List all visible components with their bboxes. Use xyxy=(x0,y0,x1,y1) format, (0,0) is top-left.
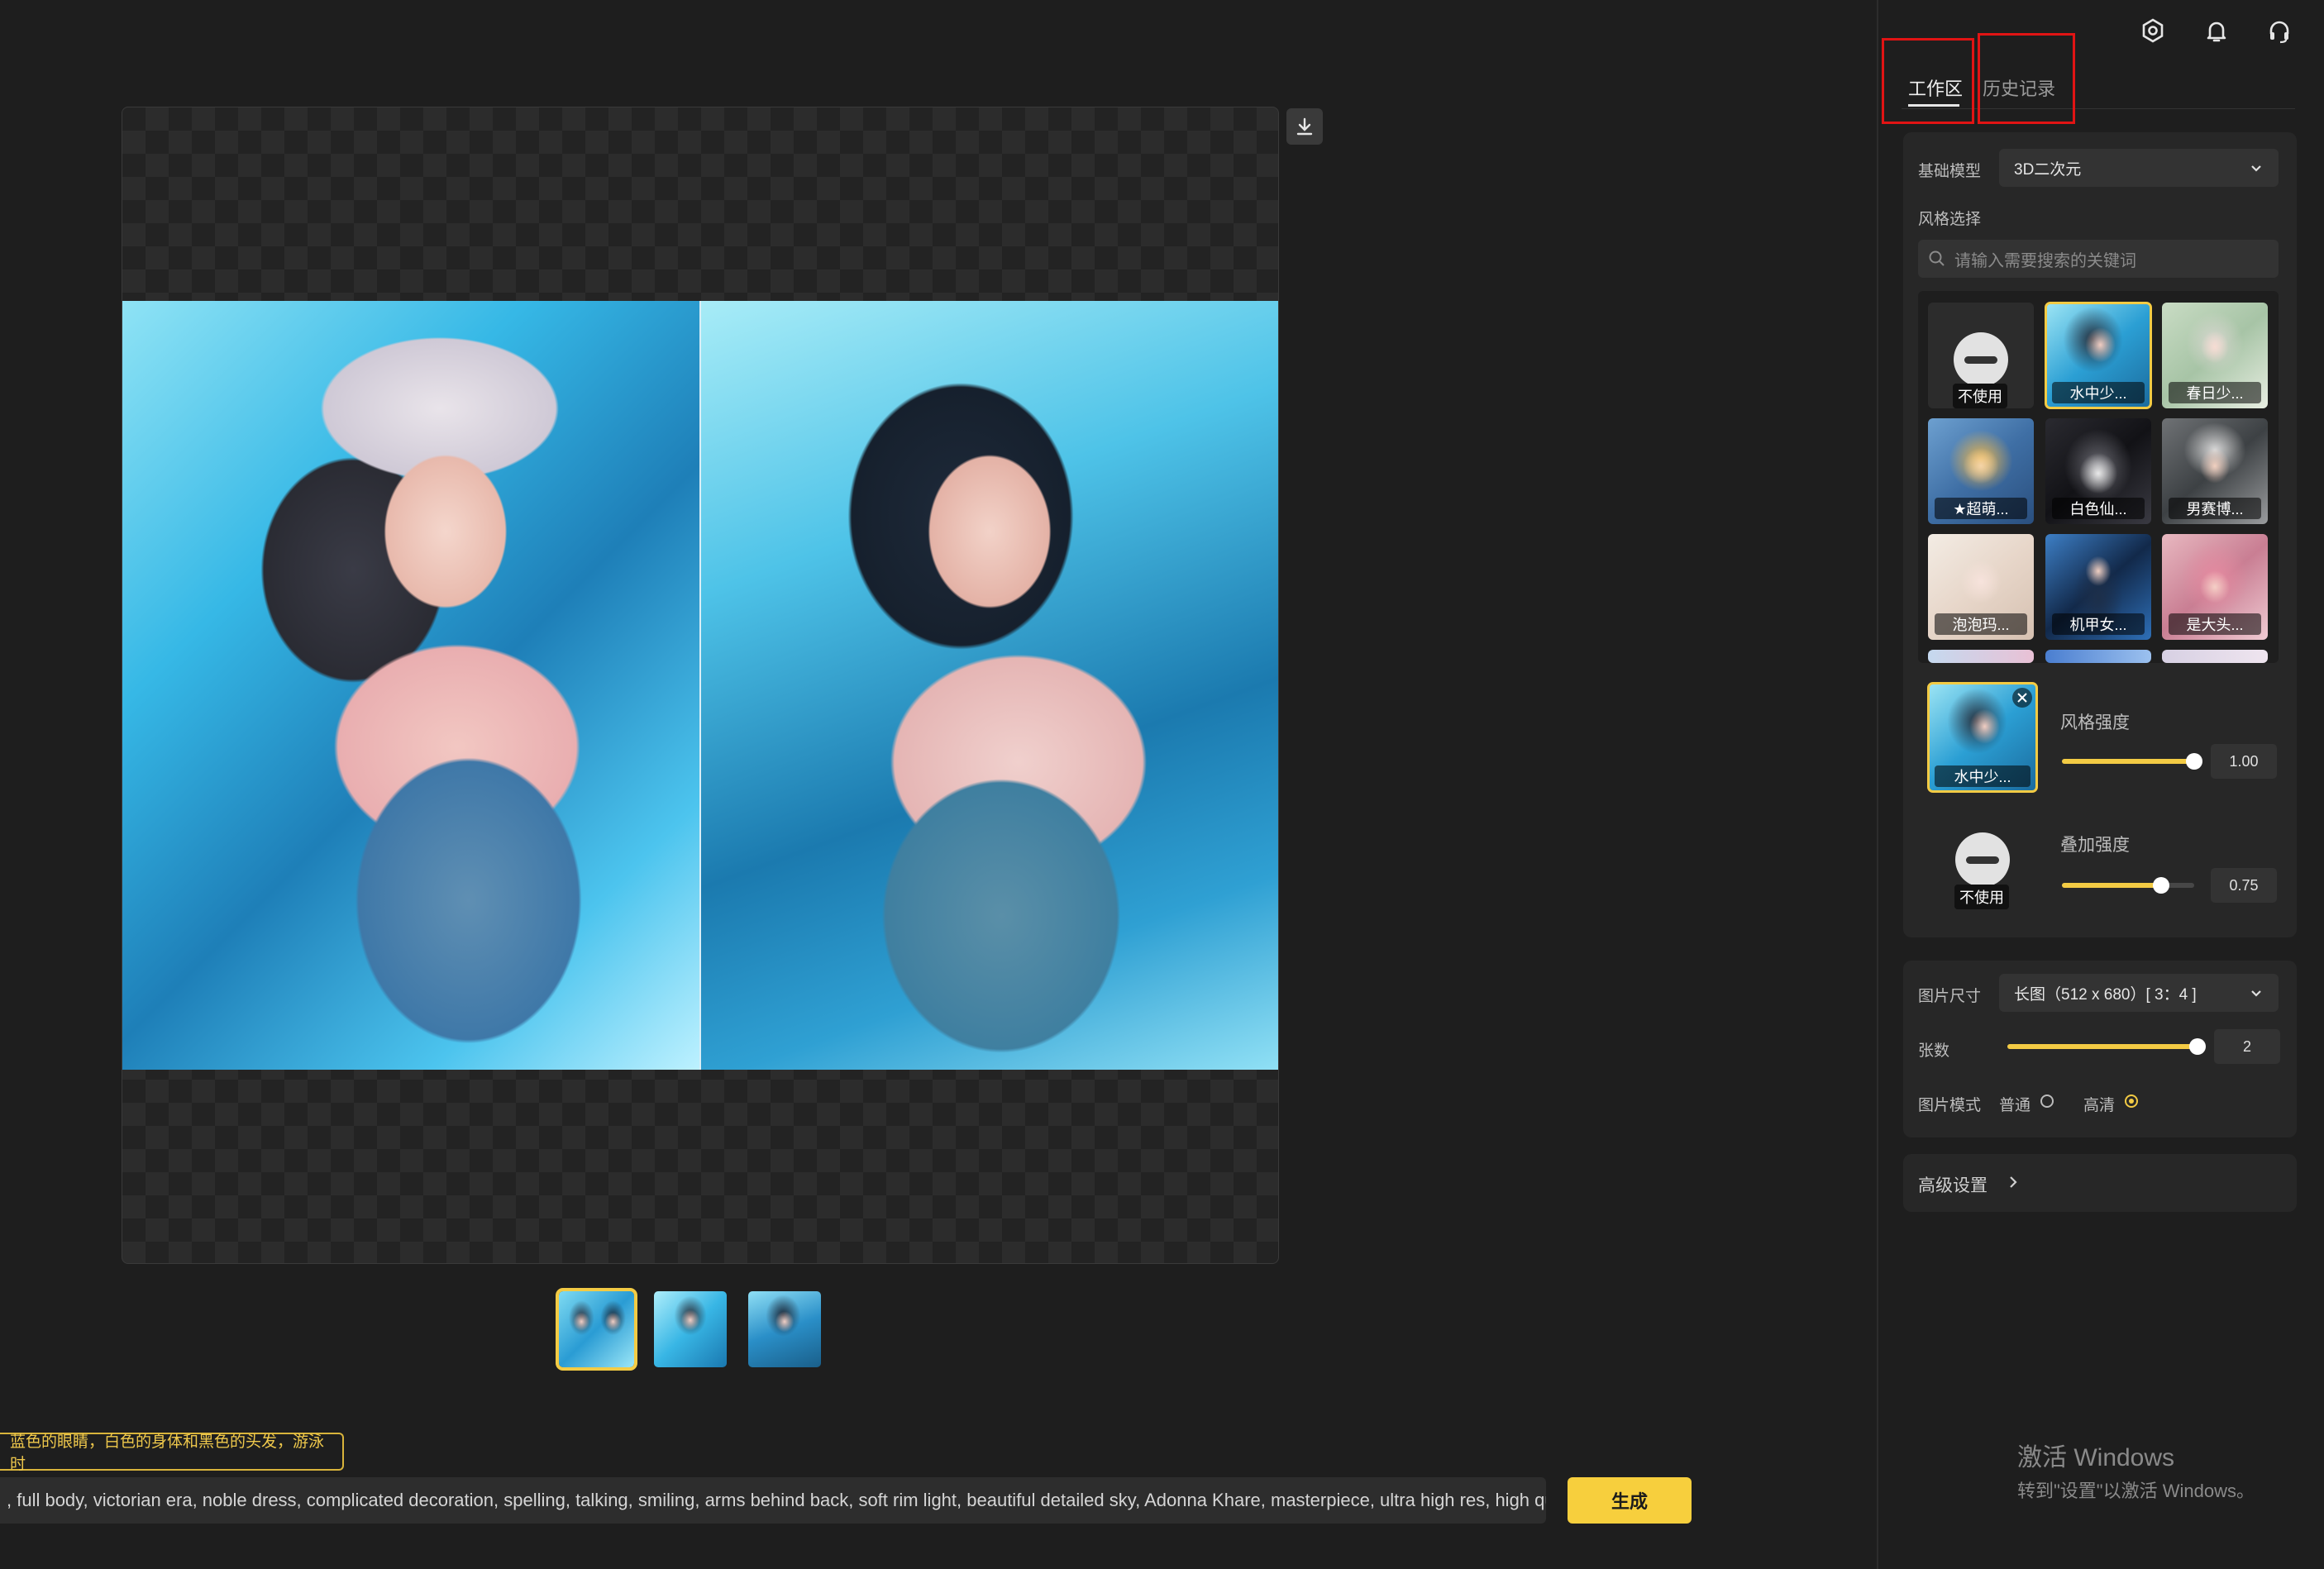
download-button[interactable] xyxy=(1286,108,1323,145)
style-search-input[interactable]: 请输入需要搜索的关键词 xyxy=(1918,240,2279,278)
style-tile-caption: 不使用 xyxy=(1953,384,2007,408)
style-tile-popmart[interactable]: 泡泡玛... xyxy=(1928,534,2034,640)
style-tile-cyber-boy[interactable]: 男赛博... xyxy=(2162,418,2268,524)
highlight-box-workspace xyxy=(1882,38,1974,124)
prompt-input[interactable]: , full body, victorian era, noble dress,… xyxy=(0,1477,1546,1524)
style-strength-value[interactable]: 1.00 xyxy=(2211,744,2277,779)
windows-activation-watermark: 激活 Windows 转到"设置"以激活 Windows。 xyxy=(2017,1437,2255,1503)
style-search-placeholder: 请输入需要搜索的关键词 xyxy=(1954,251,2136,270)
style-tile-caption: 是大头... xyxy=(2169,613,2261,635)
headset-icon[interactable] xyxy=(2264,15,2295,46)
style-tile-caption: 白色仙... xyxy=(2052,498,2145,519)
image-size-value: 长图（512 x 680）[ 3：4 ] xyxy=(2014,985,2197,1004)
count-value[interactable]: 2 xyxy=(2214,1029,2280,1064)
advanced-settings-button[interactable]: 高级设置 xyxy=(1903,1154,2297,1212)
mode-hd-radio[interactable] xyxy=(2125,1094,2138,1108)
overlay-no-use-icon[interactable] xyxy=(1955,832,2010,887)
overlay-strength-label: 叠加强度 xyxy=(2060,836,2130,855)
selected-style-tile[interactable]: 水中少... xyxy=(1927,682,2038,793)
image-size-select[interactable]: 长图（512 x 680）[ 3：4 ] xyxy=(1999,974,2279,1012)
style-tile-water-girl[interactable]: 水中少... xyxy=(2045,302,2152,409)
style-grid: 不使用 水中少... 春日少... ★超萌... 白色仙... 男赛博... 泡… xyxy=(1918,291,2279,663)
generated-image-right xyxy=(701,301,1278,1070)
style-strength-label: 风格强度 xyxy=(2060,713,2130,732)
bell-glyph xyxy=(2207,21,2226,42)
highlight-box-history xyxy=(1978,33,2075,124)
chevron-right-icon xyxy=(2010,1176,2017,1188)
count-fill xyxy=(2007,1044,2198,1049)
generated-image-left xyxy=(122,301,699,1070)
style-tile-caption: 水中少... xyxy=(2052,382,2145,403)
style-tile-super-cute[interactable]: ★超萌... xyxy=(1928,418,2034,524)
style-tile-row4-1[interactable] xyxy=(1928,650,2034,663)
generated-image[interactable] xyxy=(122,301,1278,1070)
settings-icon[interactable] xyxy=(2137,15,2169,46)
image-mode-label: 图片模式 xyxy=(1918,1097,1982,1114)
mode-normal-radio[interactable] xyxy=(2040,1094,2054,1108)
search-icon xyxy=(1929,250,1945,266)
advanced-settings-label: 高级设置 xyxy=(1918,1176,1988,1195)
style-tile-white-fairy[interactable]: 白色仙... xyxy=(2045,418,2151,524)
mode-normal-label[interactable]: 普通 xyxy=(1999,1093,2031,1115)
style-tile-caption: ★超萌... xyxy=(1935,498,2027,519)
thumbnail-single-1[interactable] xyxy=(654,1291,727,1367)
count-handle[interactable] xyxy=(2189,1038,2206,1055)
no-use-icon xyxy=(1954,332,2008,387)
base-model-select[interactable]: 3D二次元 xyxy=(1999,149,2279,187)
overlay-strength-value[interactable]: 0.75 xyxy=(2211,868,2277,903)
prompt-input-text: , full body, victorian era, noble dress,… xyxy=(7,1490,1546,1510)
chevron-down-icon xyxy=(2251,165,2261,172)
overlay-strength-fill xyxy=(2062,883,2161,888)
preview-canvas xyxy=(122,107,1279,1264)
prompt-tag-text: 蓝色的眼睛，白色的身体和黑色的头发，游泳时 xyxy=(10,1433,325,1473)
base-model-value: 3D二次元 xyxy=(2014,160,2082,179)
style-tile-caption: 男赛博... xyxy=(2169,498,2261,519)
thumbnail-pair[interactable] xyxy=(556,1288,637,1371)
overlay-strength-handle[interactable] xyxy=(2153,877,2169,894)
style-tile-row4-3[interactable] xyxy=(2162,650,2268,663)
style-tile-spring-girl[interactable]: 春日少... xyxy=(2162,303,2268,408)
style-tile-caption: 春日少... xyxy=(2169,382,2261,403)
mode-hd-label[interactable]: 高清 xyxy=(2083,1093,2115,1115)
overlay-caption: 不使用 xyxy=(1954,885,2009,909)
headset-glyph xyxy=(2269,21,2289,44)
download-icon xyxy=(1296,117,1313,136)
style-strength-fill xyxy=(2062,759,2194,764)
style-tile-caption: 机甲女... xyxy=(2052,613,2145,635)
watermark-title: 激活 Windows xyxy=(2017,1444,2175,1471)
base-model-label: 基础模型 xyxy=(1918,163,1982,180)
prompt-tag[interactable]: 蓝色的眼睛，白色的身体和黑色的头发，游泳时 xyxy=(0,1433,344,1473)
style-tile-mecha-girl[interactable]: 机甲女... xyxy=(2045,534,2151,640)
watermark-subtitle: 转到"设置"以激活 Windows。 xyxy=(2017,1481,2255,1501)
chevron-down-icon xyxy=(2251,990,2261,997)
thumbnail-single-2[interactable] xyxy=(748,1291,821,1367)
remove-style-icon[interactable] xyxy=(2012,688,2032,708)
selected-style-caption: 水中少... xyxy=(1935,765,2031,787)
style-tile-none[interactable]: 不使用 xyxy=(1928,303,2034,408)
image-size-label: 图片尺寸 xyxy=(1918,988,1982,1005)
settings-glyph xyxy=(2142,18,2164,43)
style-tile-row4-2[interactable] xyxy=(2045,650,2151,663)
count-label: 张数 xyxy=(1918,1042,1950,1060)
generate-button[interactable]: 生成 xyxy=(1568,1477,1692,1524)
style-strength-handle[interactable] xyxy=(2186,753,2202,770)
style-select-label: 风格选择 xyxy=(1918,211,1982,228)
style-tile-big-head[interactable]: 是大头... xyxy=(2162,534,2268,640)
bell-icon[interactable] xyxy=(2201,15,2232,46)
style-tile-caption: 泡泡玛... xyxy=(1935,613,2027,635)
